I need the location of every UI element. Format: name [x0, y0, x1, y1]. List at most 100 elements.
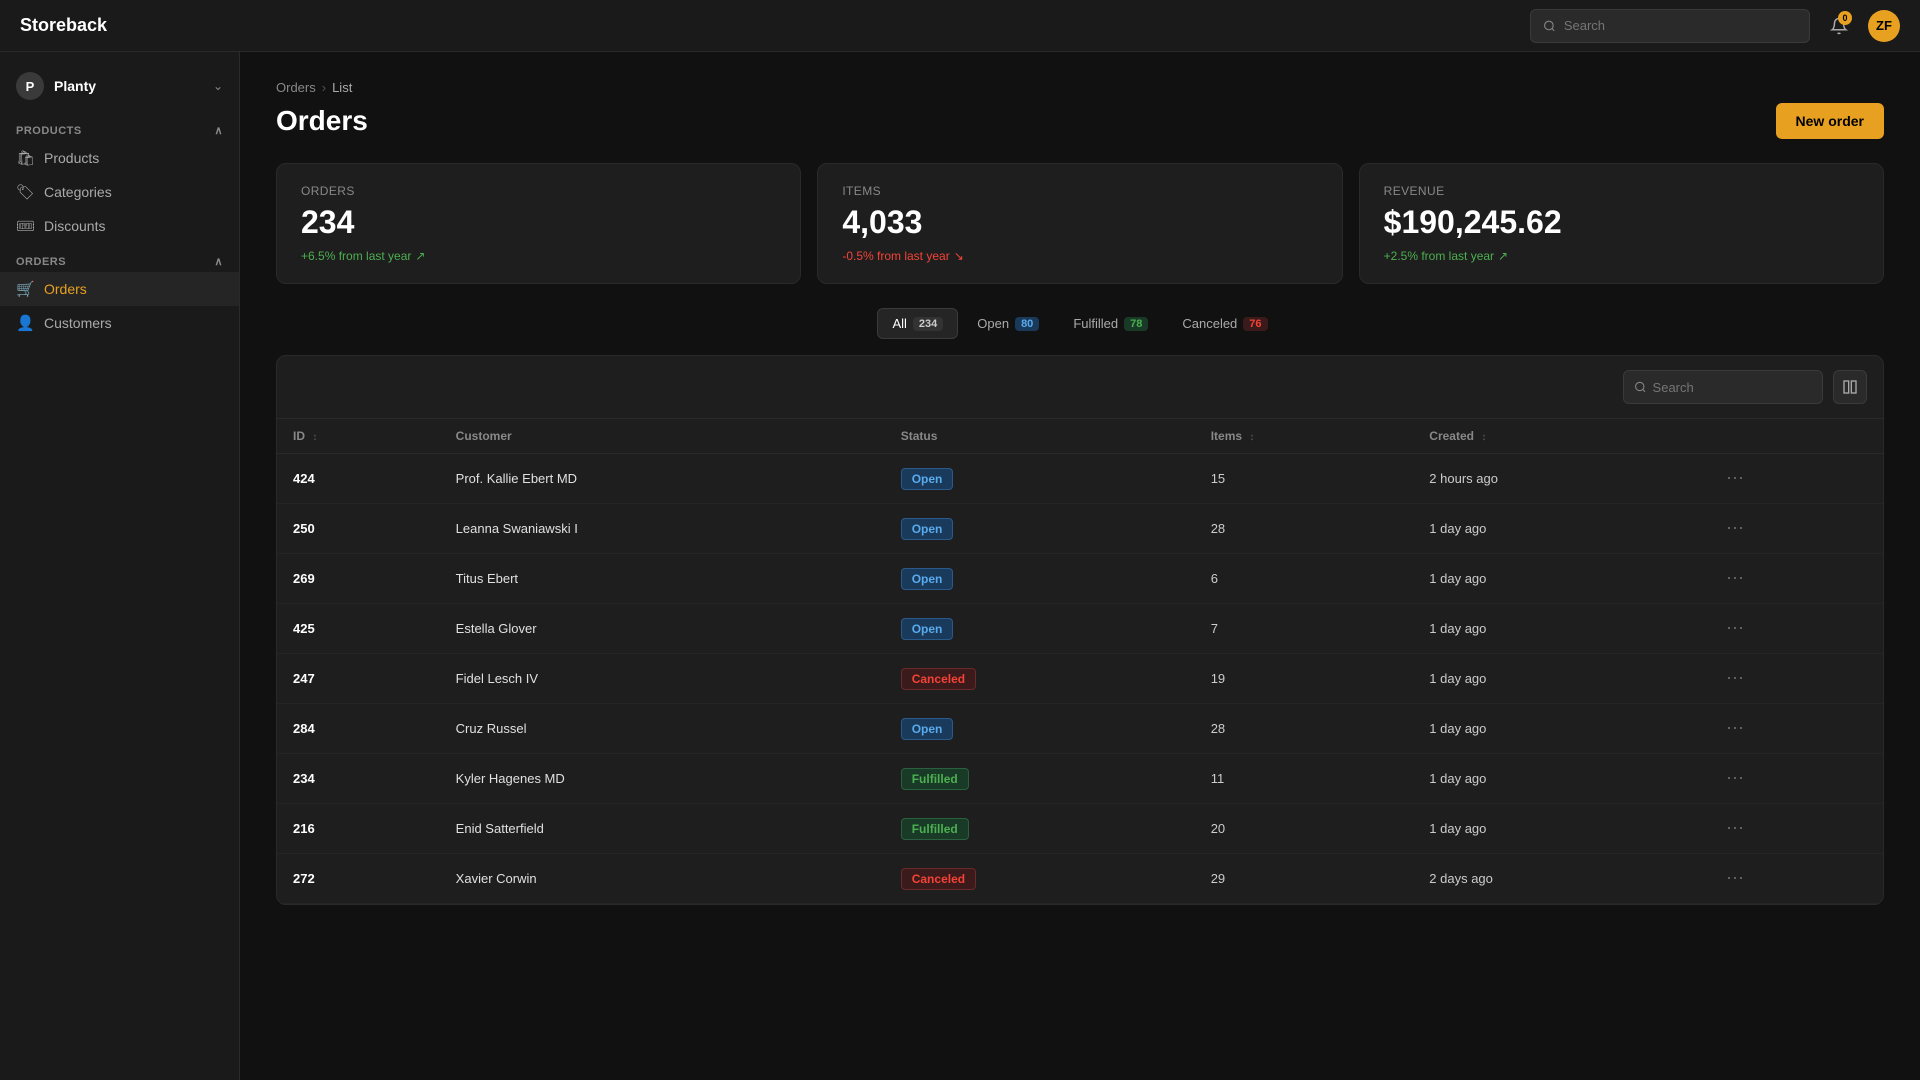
notification-bell[interactable]: 0: [1822, 9, 1856, 43]
table-row[interactable]: 216 Enid Satterfield Fulfilled 20 1 day …: [277, 804, 1883, 854]
table-search-input[interactable]: [1653, 380, 1812, 395]
filter-tab-open[interactable]: Open 80: [962, 308, 1054, 339]
row-menu-button[interactable]: ⋯: [1720, 566, 1750, 591]
cell-status: Fulfilled: [885, 754, 1195, 804]
sidebar-item-orders[interactable]: 🛒 Orders: [0, 272, 239, 306]
cell-customer: Xavier Corwin: [440, 854, 885, 904]
row-menu-button[interactable]: ⋯: [1720, 616, 1750, 641]
sidebar-section-collapse-icon[interactable]: ∧: [214, 124, 223, 137]
table-row[interactable]: 425 Estella Glover Open 7 1 day ago ⋯: [277, 604, 1883, 654]
sidebar-section-orders-collapse-icon[interactable]: ∧: [214, 255, 223, 268]
workspace-icon: P: [16, 72, 44, 100]
col-id[interactable]: ID ↕: [277, 419, 440, 454]
table-row[interactable]: 234 Kyler Hagenes MD Fulfilled 11 1 day …: [277, 754, 1883, 804]
sidebar-item-customers[interactable]: 👤 Customers: [0, 306, 239, 340]
table-row[interactable]: 269 Titus Ebert Open 6 1 day ago ⋯: [277, 554, 1883, 604]
filter-tab-fulfilled[interactable]: Fulfilled 78: [1058, 308, 1163, 339]
cell-id: 284: [277, 704, 440, 754]
workspace-selector[interactable]: P Planty ⌄: [0, 64, 239, 108]
row-menu-button[interactable]: ⋯: [1720, 866, 1750, 891]
sidebar-item-categories[interactable]: 🏷 Categories: [0, 175, 239, 209]
cell-items: 6: [1195, 554, 1414, 604]
sidebar-item-products-label: Products: [44, 150, 99, 166]
page-title: Orders: [276, 105, 368, 137]
cell-status: Open: [885, 604, 1195, 654]
sidebar-item-orders-label: Orders: [44, 281, 87, 297]
table-row[interactable]: 250 Leanna Swaniawski I Open 28 1 day ag…: [277, 504, 1883, 554]
main-layout: P Planty ⌄ Products ∧ 🛍 Products 🏷 Categ…: [0, 52, 1920, 1080]
orders-table: ID ↕ Customer Status Items ↕ Created ↕: [277, 419, 1883, 904]
row-menu-button[interactable]: ⋯: [1720, 816, 1750, 841]
cell-created: 1 day ago: [1413, 704, 1704, 754]
table-row[interactable]: 424 Prof. Kallie Ebert MD Open 15 2 hour…: [277, 454, 1883, 504]
stat-items-change: -0.5% from last year ↘: [842, 249, 1317, 263]
columns-toggle-button[interactable]: [1833, 370, 1867, 404]
col-created[interactable]: Created ↕: [1413, 419, 1704, 454]
row-menu-button[interactable]: ⋯: [1720, 716, 1750, 741]
row-menu-button[interactable]: ⋯: [1720, 516, 1750, 541]
breadcrumb-parent[interactable]: Orders: [276, 80, 316, 95]
global-search-input[interactable]: [1564, 18, 1797, 33]
cell-status: Canceled: [885, 854, 1195, 904]
cell-customer: Estella Glover: [440, 604, 885, 654]
status-badge: Open: [901, 518, 954, 540]
filter-tab-all-badge: 234: [913, 317, 943, 331]
col-status: Status: [885, 419, 1195, 454]
cell-items: 7: [1195, 604, 1414, 654]
stat-card-orders: Orders 234 +6.5% from last year ↗: [276, 163, 801, 284]
table-row[interactable]: 284 Cruz Russel Open 28 1 day ago ⋯: [277, 704, 1883, 754]
workspace-left: P Planty: [16, 72, 96, 100]
customers-icon: 👤: [16, 314, 34, 332]
sidebar-item-categories-label: Categories: [44, 184, 112, 200]
stat-items-label: Items: [842, 184, 1317, 198]
status-badge: Canceled: [901, 668, 976, 690]
row-menu-button[interactable]: ⋯: [1720, 666, 1750, 691]
cell-actions: ⋯: [1704, 504, 1883, 554]
sidebar-section-orders-label: Orders ∧: [0, 251, 239, 272]
cell-items: 28: [1195, 504, 1414, 554]
cell-items: 19: [1195, 654, 1414, 704]
cell-customer: Cruz Russel: [440, 704, 885, 754]
filter-tab-open-label: Open: [977, 316, 1009, 331]
sidebar-section-orders: Orders ∧ 🛒 Orders 👤 Customers: [0, 251, 239, 340]
col-items[interactable]: Items ↕: [1195, 419, 1414, 454]
new-order-button[interactable]: New order: [1776, 103, 1884, 139]
table-search-box[interactable]: [1623, 370, 1823, 404]
status-badge: Open: [901, 618, 954, 640]
table-search-icon: [1634, 380, 1647, 394]
cell-id: 250: [277, 504, 440, 554]
cell-created: 1 day ago: [1413, 804, 1704, 854]
cell-actions: ⋯: [1704, 554, 1883, 604]
user-avatar[interactable]: ZF: [1868, 10, 1900, 42]
cell-created: 1 day ago: [1413, 554, 1704, 604]
status-badge: Open: [901, 468, 954, 490]
cell-actions: ⋯: [1704, 854, 1883, 904]
stat-card-revenue: Revenue $190,245.62 +2.5% from last year…: [1359, 163, 1884, 284]
status-badge: Open: [901, 568, 954, 590]
cell-actions: ⋯: [1704, 704, 1883, 754]
app-logo: Storeback: [20, 15, 1518, 36]
filter-tab-open-badge: 80: [1015, 317, 1039, 331]
row-menu-button[interactable]: ⋯: [1720, 766, 1750, 791]
stat-items-value: 4,033: [842, 204, 1317, 241]
trend-up-icon-revenue: ↗: [1498, 249, 1508, 263]
cell-created: 1 day ago: [1413, 504, 1704, 554]
sidebar-item-products[interactable]: 🛍 Products: [0, 141, 239, 175]
row-menu-button[interactable]: ⋯: [1720, 466, 1750, 491]
table-header: ID ↕ Customer Status Items ↕ Created ↕: [277, 419, 1883, 454]
global-search-box[interactable]: [1530, 9, 1810, 43]
filter-tab-all[interactable]: All 234: [877, 308, 958, 339]
filter-tab-canceled-badge: 76: [1243, 317, 1267, 331]
sidebar-item-discounts[interactable]: 🎟 Discounts: [0, 209, 239, 243]
table-row[interactable]: 272 Xavier Corwin Canceled 29 2 days ago…: [277, 854, 1883, 904]
table-row[interactable]: 247 Fidel Lesch IV Canceled 19 1 day ago…: [277, 654, 1883, 704]
cell-actions: ⋯: [1704, 804, 1883, 854]
sidebar: P Planty ⌄ Products ∧ 🛍 Products 🏷 Categ…: [0, 52, 240, 1080]
cell-status: Canceled: [885, 654, 1195, 704]
filter-tabs: All 234 Open 80 Fulfilled 78 Canceled 76: [276, 308, 1884, 339]
trend-down-icon: ↘: [954, 249, 964, 263]
workspace-chevron-icon: ⌄: [213, 79, 223, 93]
stat-orders-label: Orders: [301, 184, 776, 198]
stat-revenue-change: +2.5% from last year ↗: [1384, 249, 1859, 263]
filter-tab-canceled[interactable]: Canceled 76: [1167, 308, 1282, 339]
